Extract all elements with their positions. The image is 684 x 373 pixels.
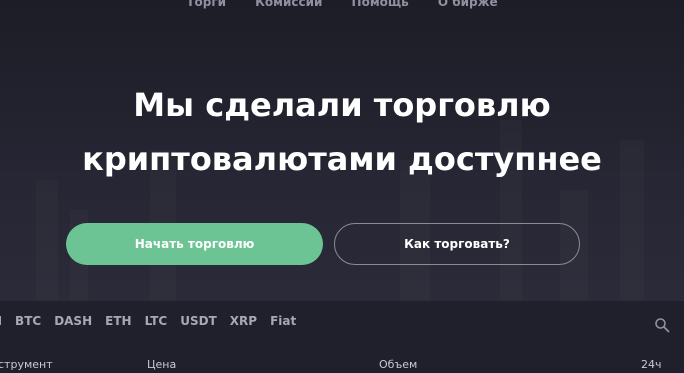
search-icon[interactable] [654, 317, 670, 333]
tab-xrp[interactable]: XRP [230, 314, 257, 328]
nav-item-trading[interactable]: Торги [186, 0, 226, 9]
headline-line-2: криптовалютами доступнее [82, 140, 602, 178]
start-trading-button[interactable]: Начать торговлю [66, 223, 323, 265]
tab-fiat[interactable]: Fiat [270, 314, 296, 328]
how-to-trade-button[interactable]: Как торговать? [334, 223, 580, 265]
tab-usdt[interactable]: USDT [180, 314, 217, 328]
column-header-price[interactable]: Цена [147, 358, 176, 371]
market-panel: H BTC DASH ETH LTC USDT XRP Fiat струмен… [0, 300, 684, 373]
market-tabs: H BTC DASH ETH LTC USDT XRP Fiat [0, 314, 309, 328]
column-header-24h[interactable]: 24ч [641, 358, 662, 371]
hero-section: Торги Комиссии Помощь О бирже Мы сделали… [0, 0, 684, 300]
nav-item-fees[interactable]: Комиссии [255, 0, 322, 9]
tab-h[interactable]: H [0, 314, 2, 328]
headline-line-1: Мы сделали торговлю [133, 86, 551, 124]
tab-dash[interactable]: DASH [54, 314, 92, 328]
nav-item-help[interactable]: Помощь [352, 0, 409, 9]
top-nav: Торги Комиссии Помощь О бирже [0, 0, 684, 10]
nav-item-about[interactable]: О бирже [438, 0, 498, 9]
column-header-volume[interactable]: Объем [379, 358, 417, 371]
column-header-instrument[interactable]: струмент [0, 358, 53, 371]
tab-btc[interactable]: BTC [15, 314, 41, 328]
hero-headline: Мы сделали торговлю криптовалютами досту… [0, 78, 684, 186]
tab-eth[interactable]: ETH [105, 314, 131, 328]
tab-ltc[interactable]: LTC [145, 314, 168, 328]
